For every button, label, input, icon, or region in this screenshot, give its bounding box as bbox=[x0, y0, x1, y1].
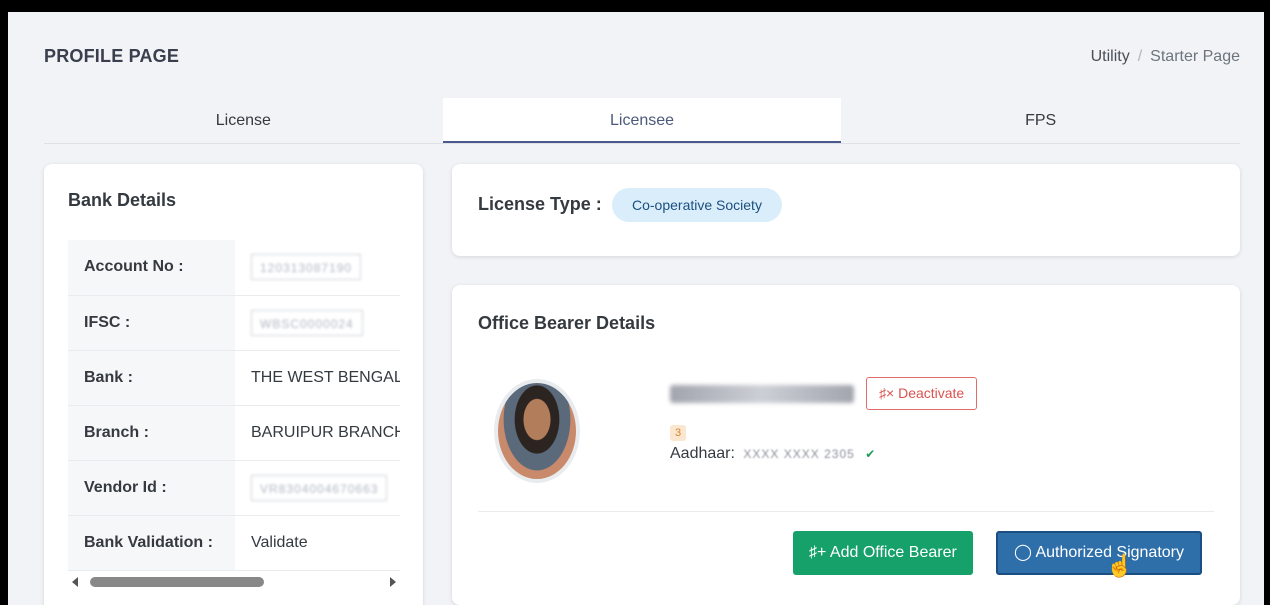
bank-details-card: Bank Details Account No : 120313087190 I… bbox=[44, 164, 423, 605]
shield-check-icon: ◯ bbox=[1014, 544, 1032, 561]
tab-fps[interactable]: FPS bbox=[841, 98, 1240, 143]
account-no-masked: 120313087190 bbox=[251, 254, 362, 281]
table-row: Bank Validation : Validate bbox=[68, 515, 400, 571]
ifsc-value: WBSC0000024 bbox=[235, 295, 400, 351]
bank-details-title: Bank Details bbox=[68, 190, 177, 210]
add-office-bearer-button[interactable]: ♯+ Add Office Bearer bbox=[793, 531, 973, 575]
horizontal-scrollbar[interactable] bbox=[68, 574, 400, 590]
table-row: IFSC : WBSC0000024 bbox=[68, 295, 400, 351]
table-row: Vendor Id : VR8304004670663 bbox=[68, 460, 400, 516]
authorized-signatory-button[interactable]: ◯ Authorized Signatory bbox=[996, 531, 1202, 575]
tab-license[interactable]: License bbox=[44, 98, 443, 143]
license-type-badge: Co-operative Society bbox=[612, 188, 782, 222]
main-frame: PROFILE PAGE Utility / Starter Page Licens… bbox=[8, 12, 1264, 605]
verified-check-icon: ✔ bbox=[865, 447, 876, 461]
scroll-right-icon[interactable] bbox=[390, 577, 396, 587]
deactivate-button[interactable]: ♯× Deactivate bbox=[866, 377, 978, 410]
branch-value: BARUIPUR BRANCH bbox=[235, 405, 400, 461]
user-plus-icon: ♯+ bbox=[809, 544, 827, 561]
scroll-left-icon[interactable] bbox=[72, 577, 78, 587]
table-row: Bank : THE WEST BENGAL S bbox=[68, 350, 400, 406]
breadcrumb-current: Starter Page bbox=[1150, 48, 1240, 65]
page-title: PROFILE PAGE bbox=[44, 46, 180, 66]
breadcrumb: Utility / Starter Page bbox=[1091, 48, 1240, 66]
aadhaar-number: XXXX XXXX 2305 bbox=[743, 447, 855, 461]
breadcrumb-separator: / bbox=[1137, 48, 1143, 65]
account-no-label: Account No : bbox=[68, 240, 235, 296]
deactivate-label: Deactivate bbox=[898, 385, 965, 401]
bank-value: THE WEST BENGAL S bbox=[235, 350, 400, 406]
tab-licensee[interactable]: Licensee bbox=[442, 98, 842, 143]
aadhaar-label: Aadhaar: bbox=[670, 445, 735, 462]
vendor-id-value: VR8304004670663 bbox=[235, 460, 400, 516]
license-type-label: License Type : bbox=[478, 194, 602, 214]
vendor-id-label: Vendor Id : bbox=[68, 460, 235, 516]
ifsc-label: IFSC : bbox=[68, 295, 235, 351]
aadhaar-line: Aadhaar: XXXX XXXX 2305 ✔ bbox=[670, 445, 875, 463]
breadcrumb-utility[interactable]: Utility bbox=[1091, 48, 1130, 65]
bearer-name-redacted bbox=[670, 385, 854, 403]
vendor-id-masked: VR8304004670663 bbox=[251, 474, 388, 501]
add-office-bearer-label: Add Office Bearer bbox=[829, 544, 957, 561]
divider bbox=[478, 511, 1214, 512]
table-row: Branch : BARUIPUR BRANCH bbox=[68, 405, 400, 461]
table-row: Account No : 120313087190 bbox=[68, 240, 400, 296]
office-bearer-card: Office Bearer Details ♯× Deactivate 3 Aa… bbox=[452, 285, 1240, 605]
scroll-thumb[interactable] bbox=[90, 577, 264, 587]
count-badge: 3 bbox=[670, 425, 686, 441]
branch-label: Branch : bbox=[68, 405, 235, 461]
avatar bbox=[494, 379, 580, 483]
bank-details-table: Account No : 120313087190 IFSC : WBSC000… bbox=[68, 240, 400, 571]
ifsc-masked: WBSC0000024 bbox=[251, 309, 363, 336]
hand-cursor-icon: ☝ bbox=[1106, 553, 1134, 578]
user-x-icon: ♯× bbox=[879, 385, 895, 401]
bank-label: Bank : bbox=[68, 350, 235, 406]
office-bearer-title: Office Bearer Details bbox=[478, 313, 656, 333]
license-type-card: License Type : Co-operative Society bbox=[452, 164, 1240, 256]
bank-validation-label: Bank Validation : bbox=[68, 515, 235, 571]
account-no-value: 120313087190 bbox=[235, 240, 400, 296]
tab-bar: License Licensee FPS bbox=[44, 98, 1240, 144]
bank-validation-value: Validate bbox=[235, 515, 400, 571]
